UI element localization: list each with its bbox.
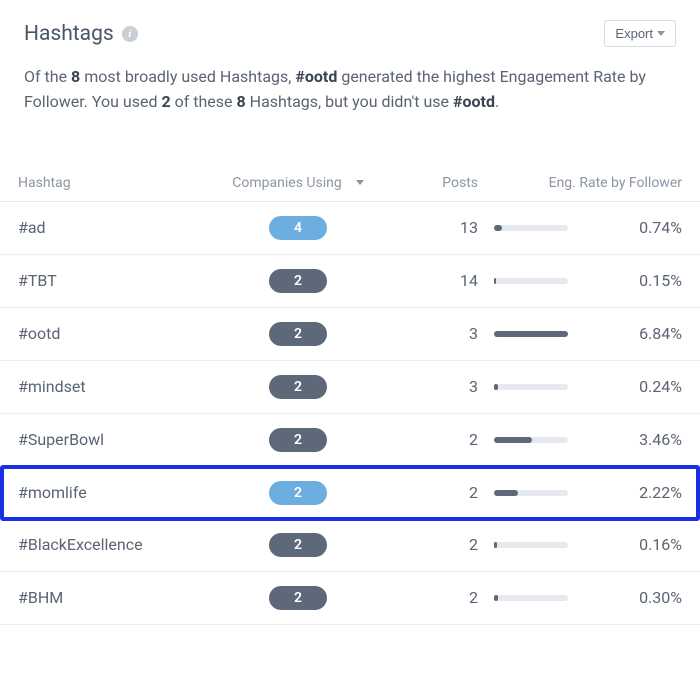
companies-cell: 2 <box>228 375 368 399</box>
col-companies[interactable]: Companies Using <box>228 175 368 191</box>
eng-bar-track <box>494 437 568 443</box>
companies-pill: 2 <box>269 375 327 399</box>
eng-bar-fill <box>494 437 532 443</box>
eng-rate-cell: 2.22% <box>568 483 682 502</box>
companies-pill: 2 <box>269 428 327 452</box>
table-row[interactable]: #SuperBowl 2 2 3.46% <box>0 414 700 467</box>
posts-cell: 2 <box>368 430 478 449</box>
eng-bar-cell <box>478 225 568 231</box>
posts-cell: 3 <box>368 324 478 343</box>
posts-cell: 2 <box>368 535 478 554</box>
eng-bar-track <box>494 331 568 337</box>
posts-cell: 3 <box>368 377 478 396</box>
eng-bar-cell <box>478 384 568 390</box>
eng-rate-cell: 6.84% <box>568 324 682 343</box>
eng-bar-cell <box>478 278 568 284</box>
eng-rate-cell: 0.30% <box>568 588 682 607</box>
hashtag-cell: #BlackExcellence <box>18 535 228 554</box>
eng-bar-cell <box>478 542 568 548</box>
eng-bar-track <box>494 225 568 231</box>
eng-rate-cell: 0.24% <box>568 377 682 396</box>
hashtag-cell: #momlife <box>18 483 228 502</box>
eng-bar-fill <box>494 331 568 337</box>
hashtag-cell: #SuperBowl <box>18 430 228 449</box>
posts-cell: 2 <box>368 588 478 607</box>
eng-bar-fill <box>494 225 502 231</box>
eng-bar-fill <box>494 542 497 548</box>
table-header: Hashtag Companies Using Posts Eng. Rate … <box>0 165 700 202</box>
companies-pill: 2 <box>269 533 327 557</box>
eng-rate-cell: 3.46% <box>568 430 682 449</box>
header: Hashtags i Export <box>24 20 676 47</box>
companies-cell: 2 <box>228 269 368 293</box>
chevron-down-icon <box>657 31 665 36</box>
eng-bar-track <box>494 490 568 496</box>
companies-pill: 2 <box>269 322 327 346</box>
companies-cell: 2 <box>228 322 368 346</box>
companies-pill: 4 <box>269 216 327 240</box>
companies-cell: 2 <box>228 533 368 557</box>
title-wrap: Hashtags i <box>24 22 138 46</box>
eng-bar-track <box>494 542 568 548</box>
table-row[interactable]: #ad 4 13 0.74% <box>0 202 700 255</box>
eng-bar-cell <box>478 437 568 443</box>
companies-cell: 4 <box>228 216 368 240</box>
posts-cell: 14 <box>368 271 478 290</box>
page-title: Hashtags <box>24 22 114 46</box>
eng-rate-cell: 0.15% <box>568 271 682 290</box>
eng-bar-track <box>494 384 568 390</box>
companies-pill: 2 <box>269 481 327 505</box>
hashtag-cell: #ad <box>18 218 228 237</box>
eng-bar-track <box>494 595 568 601</box>
hashtags-table: Hashtag Companies Using Posts Eng. Rate … <box>0 165 700 625</box>
eng-rate-cell: 0.74% <box>568 218 682 237</box>
table-row[interactable]: #ootd 2 3 6.84% <box>0 308 700 361</box>
col-hashtag[interactable]: Hashtag <box>18 175 228 191</box>
export-label: Export <box>615 26 653 41</box>
eng-bar-cell <box>478 331 568 337</box>
hashtag-cell: #mindset <box>18 377 228 396</box>
eng-bar-fill <box>494 490 518 496</box>
eng-bar-cell <box>478 595 568 601</box>
companies-cell: 2 <box>228 481 368 505</box>
companies-cell: 2 <box>228 586 368 610</box>
export-button[interactable]: Export <box>604 20 676 47</box>
posts-cell: 2 <box>368 483 478 502</box>
eng-bar-cell <box>478 490 568 496</box>
eng-bar-track <box>494 278 568 284</box>
companies-pill: 2 <box>269 586 327 610</box>
eng-bar-fill <box>494 278 496 284</box>
hashtag-cell: #TBT <box>18 271 228 290</box>
table-row[interactable]: #TBT 2 14 0.15% <box>0 255 700 308</box>
companies-pill: 2 <box>269 269 327 293</box>
info-icon[interactable]: i <box>122 26 138 42</box>
table-row[interactable]: #BlackExcellence 2 2 0.16% <box>0 519 700 572</box>
hashtag-cell: #ootd <box>18 324 228 343</box>
table-row[interactable]: #BHM 2 2 0.30% <box>0 572 700 625</box>
table-row[interactable]: #momlife 2 2 2.22% <box>0 465 700 521</box>
col-eng-rate[interactable]: Eng. Rate by Follower <box>478 175 682 191</box>
eng-bar-fill <box>494 595 498 601</box>
posts-cell: 13 <box>368 218 478 237</box>
sort-chevron-down-icon <box>356 180 364 185</box>
companies-cell: 2 <box>228 428 368 452</box>
summary-text: Of the 8 most broadly used Hashtags, #oo… <box>24 65 676 115</box>
hashtag-cell: #BHM <box>18 588 228 607</box>
col-posts[interactable]: Posts <box>368 175 478 191</box>
eng-rate-cell: 0.16% <box>568 535 682 554</box>
table-row[interactable]: #mindset 2 3 0.24% <box>0 361 700 414</box>
eng-bar-fill <box>494 384 498 390</box>
